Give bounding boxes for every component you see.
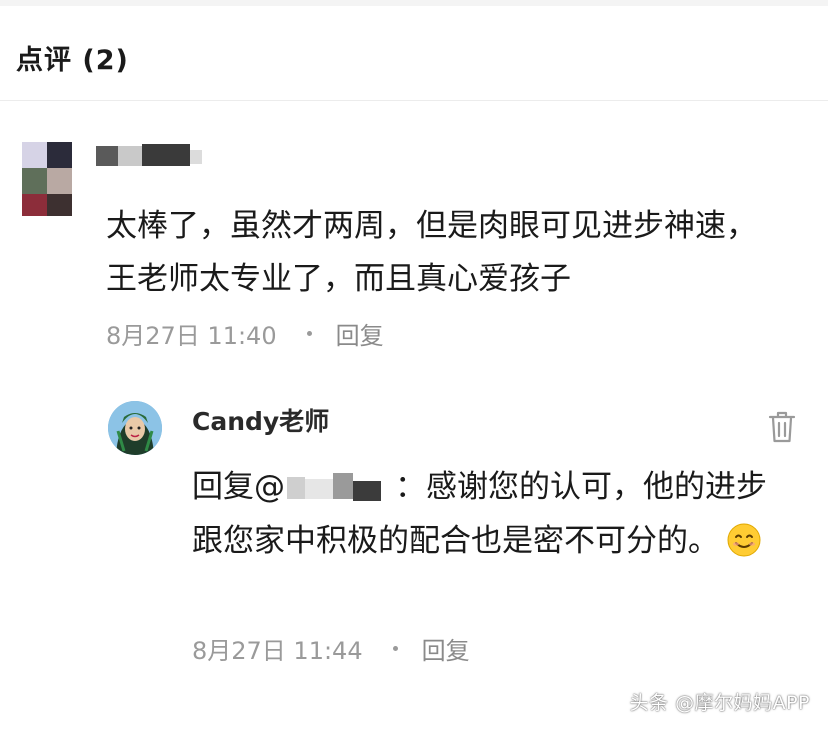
meta-separator-dot (392, 646, 398, 651)
commenter-name (96, 142, 220, 170)
comment-meta: 8月27日 11:40 回复 (106, 316, 384, 351)
comments-panel: 点评 (2) 太棒了，虽然才两周，但是肉眼可见进步神速，王老师太专业了，而且真心… (0, 0, 828, 730)
comment-reply-button[interactable]: 回复 (336, 316, 384, 351)
meta-separator-dot (306, 331, 312, 336)
commenter-avatar[interactable] (22, 142, 72, 218)
reply-meta: 8月27日 11:44 回复 (192, 631, 470, 666)
delete-icon[interactable] (768, 410, 796, 444)
reply-prefix: 回复@ (192, 469, 285, 505)
comment-time: 8月27日 11:40 (106, 322, 277, 350)
reply-author-name: Candy老师 (192, 407, 330, 436)
comment-text: 太棒了，虽然才两周，但是肉眼可见进步神速，王老师太专业了，而且真心爱孩子 (106, 208, 757, 297)
candy-teacher-avatar[interactable] (108, 401, 162, 455)
reply-time: 8月27日 11:44 (192, 637, 363, 665)
comments-title: 点评 (2) (16, 45, 129, 76)
watermark: 头条 @摩尔妈妈APP (629, 692, 810, 714)
reply-text: 回复@ ：感谢您的认可，他的进步跟您家中积极的配合也是密不可分的。 (192, 460, 772, 568)
comments-header: 点评 (2) (0, 6, 828, 101)
mentioned-user-name[interactable] (285, 473, 395, 501)
smiling-face-emoji (727, 520, 761, 557)
reply-reply-button[interactable]: 回复 (422, 631, 470, 666)
